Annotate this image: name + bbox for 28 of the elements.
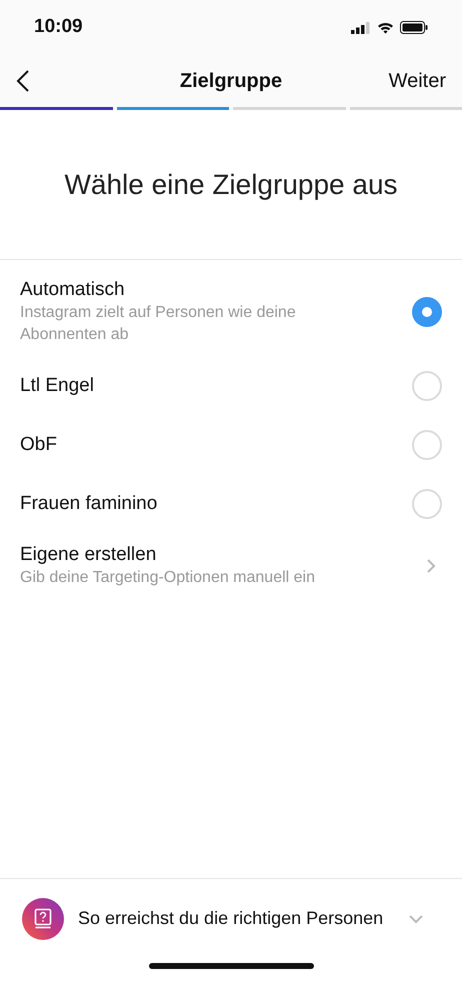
option-description: Instagram zielt auf Personen wie deine Abonnenten ab [20, 303, 297, 345]
audience-option[interactable]: ObF [0, 415, 462, 474]
option-label: ObF [20, 432, 57, 456]
radio-button[interactable] [412, 297, 442, 327]
option-label: Eigene erstellen [20, 543, 158, 567]
battery-icon [400, 21, 428, 34]
audience-option[interactable]: Frauen faminino [0, 474, 462, 533]
signal-icon [351, 22, 371, 34]
section-heading: Wähle eine Zielgruppe aus [64, 168, 398, 202]
option-label: Ltl Engel [20, 374, 94, 398]
chevron-right-icon [426, 558, 436, 574]
option-label: Automatisch [20, 278, 126, 302]
radio-button[interactable] [412, 430, 442, 460]
radio-button[interactable] [412, 488, 442, 518]
audience-option[interactable]: Ltl Engel [0, 356, 462, 415]
radio-button[interactable] [412, 370, 442, 400]
status-time: 10:09 [34, 15, 83, 40]
wifi-icon [377, 22, 394, 34]
back-icon [16, 69, 30, 93]
page-title: Zielgruppe [180, 69, 282, 94]
option-description: Gib deine Targeting-Optionen manuell ein [20, 568, 316, 588]
audience-option[interactable]: Eigene erstellen Gib deine Targeting-Optionen manuell ein [0, 533, 462, 599]
help-label: So erreichst du die richtigen Personen [78, 907, 384, 930]
option-label: Frauen faminino [20, 492, 158, 516]
audience-option[interactable]: Automatisch Instagram zielt auf Personen wie deine Abonnenten ab [0, 268, 462, 356]
help-row[interactable]: So erreichst du die richtigen Personen [0, 878, 462, 958]
book-icon [22, 898, 64, 940]
next-button[interactable]: Weiter [388, 66, 446, 96]
